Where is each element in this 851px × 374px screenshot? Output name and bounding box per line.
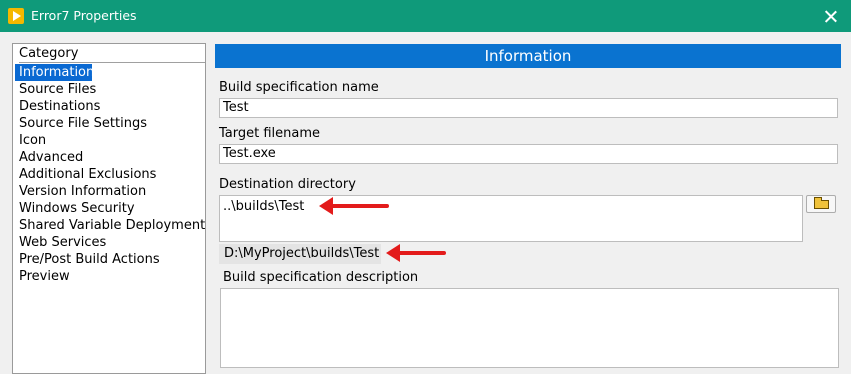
annotation-arrow-destination: [319, 197, 389, 215]
category-item-advanced[interactable]: Advanced: [15, 149, 205, 166]
app-icon: [8, 8, 24, 24]
resolved-destination-path: D:\MyProject\builds\Test: [219, 244, 381, 264]
target-filename-label: Target filename: [219, 126, 321, 141]
category-item-source-file-settings[interactable]: Source File Settings: [15, 115, 205, 132]
category-item-source-files[interactable]: Source Files: [15, 81, 205, 98]
destination-directory-input[interactable]: ..\builds\Test: [219, 195, 803, 242]
section-header: Information: [215, 44, 841, 68]
window-title: Error7 Properties: [31, 8, 137, 23]
category-panel: Category Information Source Files Destin…: [12, 43, 206, 374]
category-item-version-information[interactable]: Version Information: [15, 183, 205, 200]
build-spec-description-label: Build specification description: [223, 270, 419, 285]
category-item-windows-security[interactable]: Windows Security: [15, 200, 205, 217]
target-filename-input[interactable]: Test.exe: [219, 144, 838, 164]
category-list: Information Source Files Destinations So…: [15, 64, 205, 285]
build-spec-name-label: Build specification name: [219, 80, 379, 95]
category-item-information[interactable]: Information: [15, 64, 94, 81]
close-button[interactable]: [811, 0, 851, 32]
annotation-arrow-resolved-path: [386, 244, 446, 262]
category-item-additional-exclusions[interactable]: Additional Exclusions: [15, 166, 205, 183]
category-item-pre-post-build-actions[interactable]: Pre/Post Build Actions: [15, 251, 205, 268]
title-bar: Error7 Properties: [0, 0, 851, 32]
build-spec-name-input[interactable]: Test: [219, 98, 838, 118]
build-spec-description-input[interactable]: [220, 288, 839, 368]
destination-directory-label: Destination directory: [219, 177, 356, 192]
folder-open-icon: [814, 197, 829, 209]
category-header: Category: [19, 46, 205, 63]
browse-button[interactable]: [806, 195, 836, 213]
category-item-destinations[interactable]: Destinations: [15, 98, 205, 115]
category-item-shared-variable-deployment[interactable]: Shared Variable Deployment: [15, 217, 205, 234]
category-item-icon[interactable]: Icon: [15, 132, 205, 149]
category-item-preview[interactable]: Preview: [15, 268, 205, 285]
category-item-web-services[interactable]: Web Services: [15, 234, 205, 251]
